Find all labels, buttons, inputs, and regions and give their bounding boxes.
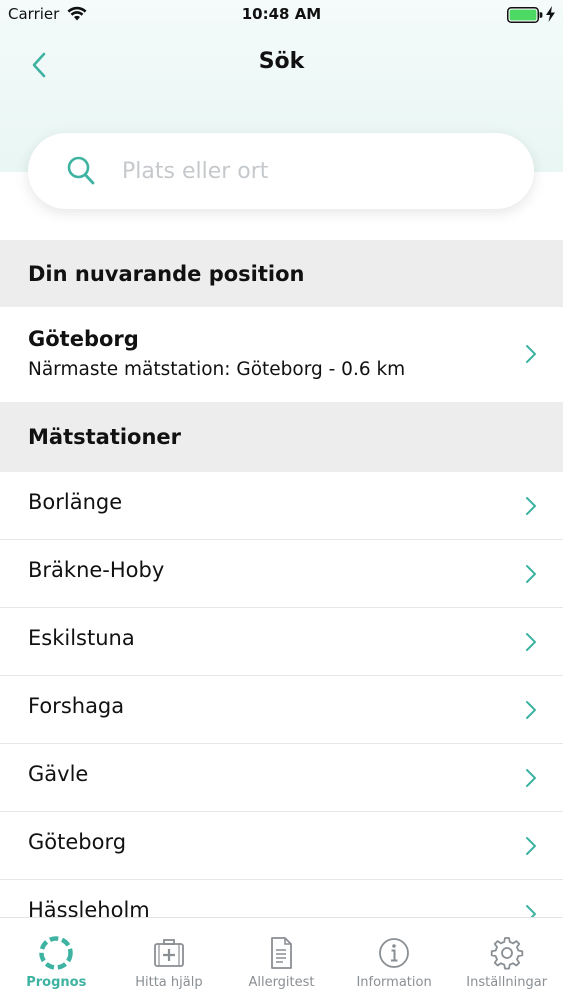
tab-installningar[interactable]: Inställningar <box>450 918 563 1000</box>
tab-hitta-hjalp[interactable]: Hitta hjälp <box>113 918 226 1000</box>
list-item[interactable]: Gävle <box>0 744 563 812</box>
station-name: Gävle <box>28 762 89 786</box>
battery-icon <box>507 7 543 23</box>
charging-bolt-icon <box>546 6 555 22</box>
nearest-station-text: Närmaste mätstation: Göteborg - 0.6 km <box>28 359 406 380</box>
tab-bar: Prognos Hitta hjälp Allergitest Informat… <box>0 917 563 1000</box>
status-bar: Carrier 10:48 AM <box>0 0 563 30</box>
list-item[interactable]: Borlänge <box>0 472 563 540</box>
info-icon <box>379 938 409 968</box>
chevron-right-icon <box>526 345 536 363</box>
list-item[interactable]: Bräkne-Hoby <box>0 540 563 608</box>
station-name: Eskilstuna <box>28 626 135 650</box>
chevron-right-icon <box>526 701 536 719</box>
search-bar[interactable] <box>28 133 534 209</box>
station-name: Forshaga <box>28 694 125 718</box>
tab-prognos[interactable]: Prognos <box>0 918 113 1000</box>
chevron-right-icon <box>526 837 536 855</box>
page-title: Sök <box>258 49 305 74</box>
tab-allergitest[interactable]: Allergitest <box>225 918 338 1000</box>
station-name: Göteborg <box>28 830 127 854</box>
search-icon <box>67 156 95 185</box>
station-list: Borlänge Bräkne-Hoby Eskilstuna Forshaga… <box>0 472 563 948</box>
chevron-right-icon <box>526 565 536 583</box>
gear-icon <box>490 937 523 970</box>
first-aid-kit-icon <box>153 939 184 967</box>
section-header-stations: Mätstationer <box>0 402 563 472</box>
prognos-icon <box>39 936 74 970</box>
current-location-row[interactable]: Göteborg Närmaste mätstation: Göteborg -… <box>0 307 563 402</box>
tab-label: Information <box>356 975 432 990</box>
chevron-right-icon <box>526 769 536 787</box>
section-title: Din nuvarande position <box>28 261 305 286</box>
tab-information[interactable]: Information <box>338 918 451 1000</box>
tab-label: Prognos <box>26 975 87 990</box>
current-city: Göteborg <box>28 327 139 351</box>
tab-label: Hitta hjälp <box>135 975 203 990</box>
list-item[interactable]: Göteborg <box>0 812 563 880</box>
station-name: Bräkne-Hoby <box>28 558 165 582</box>
station-name: Borlänge <box>28 490 123 514</box>
list-item[interactable]: Forshaga <box>0 676 563 744</box>
clock: 10:48 AM <box>241 5 322 23</box>
section-header-current-position: Din nuvarande position <box>0 240 563 307</box>
chevron-right-icon <box>526 497 536 515</box>
section-title: Mätstationer <box>28 425 182 449</box>
list-item[interactable]: Eskilstuna <box>0 608 563 676</box>
tab-label: Inställningar <box>466 975 548 990</box>
document-icon <box>271 937 293 969</box>
tab-label: Allergitest <box>248 975 315 990</box>
search-input[interactable] <box>122 151 502 191</box>
chevron-right-icon <box>526 633 536 651</box>
